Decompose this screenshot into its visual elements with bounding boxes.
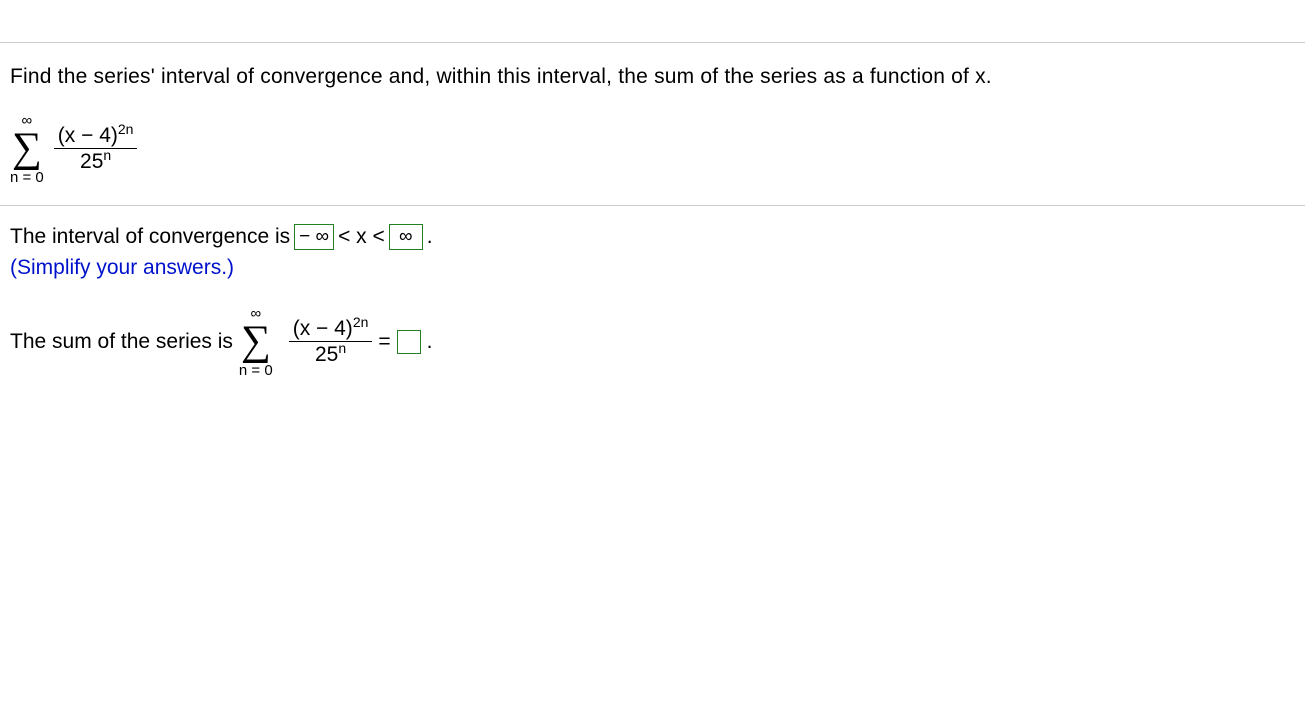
sum-sigma-icon: ∑ — [241, 323, 271, 361]
question-section: Find the series' interval of convergence… — [0, 43, 1305, 206]
interval-period: . — [427, 225, 433, 249]
sum-line: The sum of the series is ∞ ∑ n = 0 (x − … — [10, 306, 1295, 378]
denominator-exponent: n — [103, 147, 111, 163]
equals-sign: = — [378, 330, 390, 354]
series-numerator: (x − 4)2n — [54, 123, 138, 148]
sigma-symbol: ∞ ∑ n = 0 — [10, 113, 44, 185]
page: Find the series' interval of convergence… — [0, 42, 1305, 724]
numerator-exponent: 2n — [118, 121, 134, 137]
simplify-hint: (Simplify your answers.) — [10, 256, 1295, 280]
interval-label: The interval of convergence is — [10, 225, 290, 249]
series-denominator: 25n — [76, 149, 115, 174]
denominator-base: 25 — [80, 150, 103, 173]
sum-numerator-base: (x − 4) — [293, 317, 353, 340]
interval-line: The interval of convergence is − ∞ < x <… — [10, 224, 1295, 250]
upper-bound-input[interactable]: ∞ — [389, 224, 423, 250]
question-text: Find the series' interval of convergence… — [10, 65, 1295, 89]
sum-numerator: (x − 4)2n — [289, 316, 373, 341]
interval-middle: < x < — [338, 225, 385, 249]
sum-denominator: 25n — [311, 342, 350, 367]
sum-denominator-exponent: n — [338, 340, 346, 356]
sum-label: The sum of the series is — [10, 330, 233, 354]
lower-bound-input[interactable]: − ∞ — [294, 224, 334, 250]
sum-sigma-symbol: ∞ ∑ n = 0 — [239, 306, 273, 378]
sum-numerator-exponent: 2n — [353, 314, 369, 330]
series-fraction: (x − 4)2n 25n — [54, 123, 138, 174]
sigma-lower-limit: n = 0 — [10, 170, 44, 185]
numerator-base: (x − 4) — [58, 124, 118, 147]
sigma-icon: ∑ — [12, 130, 42, 168]
answer-section: The interval of convergence is − ∞ < x <… — [0, 206, 1305, 398]
series-formula: ∞ ∑ n = 0 (x − 4)2n 25n — [10, 113, 1295, 185]
sum-answer-input[interactable] — [397, 330, 421, 354]
sum-denominator-base: 25 — [315, 343, 338, 366]
sum-period: . — [427, 330, 433, 354]
sum-fraction: (x − 4)2n 25n — [289, 316, 373, 367]
sum-sigma-lower: n = 0 — [239, 363, 273, 378]
